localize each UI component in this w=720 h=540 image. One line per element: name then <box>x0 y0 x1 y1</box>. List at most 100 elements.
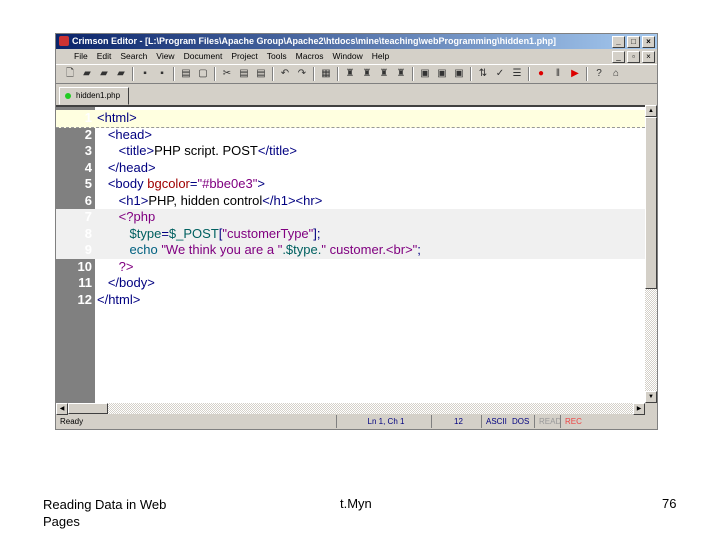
h-scroll-thumb[interactable] <box>68 403 108 414</box>
redo-icon[interactable]: ↷ <box>296 68 308 80</box>
file-status-icon <box>65 93 71 99</box>
tab-hidden1[interactable]: hidden1.php <box>59 87 130 105</box>
menu-file[interactable]: File <box>74 49 88 64</box>
status-bar: Ready Ln 1, Ch 1 12 ASCII DOS READ REC <box>56 415 657 429</box>
line-number: 2 <box>84 126 92 142</box>
code-text: $type=$_POST["customerType"]; <box>97 226 321 243</box>
scroll-down-arrow[interactable]: ▼ <box>645 391 657 403</box>
menu-tools[interactable]: Tools <box>267 49 287 64</box>
code-token: bgcolor <box>147 176 190 191</box>
code-line: 12 </html> <box>56 292 645 309</box>
scroll-thumb[interactable] <box>645 117 657 289</box>
goto-icon[interactable]: ♜ <box>395 68 407 80</box>
undo-icon[interactable]: ↶ <box>279 68 291 80</box>
help-icon[interactable]: ? <box>593 68 605 80</box>
menu-project[interactable]: Project <box>231 49 257 64</box>
toolbar-separator <box>528 67 530 81</box>
directory-icon[interactable]: ▣ <box>419 68 431 80</box>
line-number: 5 <box>84 176 92 191</box>
find-icon[interactable]: ♜ <box>344 68 356 80</box>
status-message: Ready <box>60 417 84 426</box>
menu-edit[interactable]: Edit <box>97 49 112 64</box>
code-token: echo <box>97 242 162 257</box>
window-icon[interactable]: ▦ <box>320 68 332 80</box>
save-icon[interactable]: ▪ <box>139 68 151 80</box>
code-token: <body <box>97 176 148 191</box>
output-icon[interactable]: ▣ <box>436 68 448 80</box>
menu-macros[interactable]: Macros <box>296 49 324 64</box>
line-number: 10 <box>77 258 92 274</box>
code-line: 5 <body bgcolor="#bbe0e3"> <box>56 176 645 193</box>
code-text: <title>PHP script. POST</title> <box>97 143 297 160</box>
toolbar: 🗋 ▰ ▰ ▰ ▪ ▪ ▤ ▢ ✂ ▤ ▤ ↶ ↷ ▦ ♜ ♜ ♜ ♜ ▣ ▣ ▣ ⇅ ✓ ☰ ● ‖ ▶? ⌂ <box>56 64 657 84</box>
pause-icon[interactable]: ‖ <box>552 68 564 80</box>
status-position: Ln 1, Ch 1 <box>336 415 431 428</box>
replace-icon[interactable]: ♜ <box>378 68 390 80</box>
menu-bar: File Edit Search View Document Project Tools Ma… <box>56 49 657 64</box>
scroll-right-arrow[interactable]: ▶ <box>633 403 645 415</box>
print-icon[interactable]: ▤ <box>180 68 192 80</box>
page-number: 76 <box>662 496 677 511</box>
toolbar-separator <box>337 67 339 81</box>
copy-icon[interactable]: ▤ <box>238 68 250 80</box>
status-format: DOS <box>512 417 530 426</box>
column-mode-icon[interactable]: ⇅ <box>477 68 489 80</box>
doc-minimize-button[interactable]: _ <box>612 51 625 63</box>
code-line: 2 <head> <box>56 127 645 144</box>
find-next-icon[interactable]: ♜ <box>361 68 373 80</box>
window-title: Crimson Editor - [L:\Program Files\Apach… <box>72 36 557 46</box>
code-token: </head> <box>97 159 156 175</box>
code-token: PHP script. POST <box>154 143 258 158</box>
line-number: 4 <box>84 159 92 175</box>
doc-restore-button[interactable]: ▫ <box>627 51 640 63</box>
code-token: <?php <box>97 209 156 224</box>
status-rec: REC <box>560 415 582 428</box>
menu-view[interactable]: View <box>156 49 174 64</box>
word-wrap-icon[interactable]: ▣ <box>453 68 465 80</box>
line-number: 12 <box>77 291 92 307</box>
menu-document[interactable]: Document <box>184 49 223 64</box>
vertical-scrollbar[interactable]: ▲ ▼ <box>645 105 657 403</box>
code-token: </h1><hr> <box>262 192 323 208</box>
footer-title: Reading Data in Web Pages <box>43 497 167 529</box>
code-editor[interactable]: 1 <html> 2 <head> 3 <title>PHP script. POST… <box>56 105 645 405</box>
save-all-icon[interactable]: ▪ <box>156 68 168 80</box>
horizontal-scrollbar[interactable]: ◀ ▶ <box>56 403 645 415</box>
code-token: </body> <box>97 275 155 290</box>
open-remote-icon[interactable]: ▰ <box>98 68 110 80</box>
code-text: <html> <box>97 110 137 127</box>
record-icon[interactable]: ● <box>535 68 547 80</box>
play-icon[interactable]: ▶ <box>569 68 581 80</box>
cut-icon[interactable]: ✂ <box>221 68 233 80</box>
print-preview-icon[interactable]: ▢ <box>197 68 209 80</box>
code-token: <h1> <box>97 192 149 208</box>
open-icon[interactable]: ▰ <box>81 68 93 80</box>
scroll-up-arrow[interactable]: ▲ <box>645 105 657 117</box>
code-token: " customer.<br>" <box>321 242 418 257</box>
line-numbers-icon[interactable]: ☰ <box>511 68 523 80</box>
code-token: </title> <box>257 143 297 158</box>
toolbar-separator <box>586 67 588 81</box>
doc-close-button[interactable]: × <box>642 51 655 63</box>
toolbar-separator <box>173 67 175 81</box>
paste-icon[interactable]: ▤ <box>255 68 267 80</box>
code-token: PHP, hidden control <box>148 192 263 208</box>
menu-search[interactable]: Search <box>120 49 147 64</box>
scroll-left-arrow[interactable]: ◀ <box>56 403 68 415</box>
code-text: echo "We think you are a ".$type." custo… <box>97 242 421 259</box>
toolbar-separator <box>470 67 472 81</box>
code-token: <title> <box>97 143 155 158</box>
line-number: 6 <box>84 192 92 208</box>
code-text: <head> <box>97 127 152 144</box>
code-line: 3 <title>PHP script. POST</title> <box>56 143 645 160</box>
menu-help[interactable]: Help <box>372 49 389 64</box>
close-button[interactable]: × <box>642 36 655 48</box>
open-project-icon[interactable]: ▰ <box>115 68 127 80</box>
minimize-button[interactable]: _ <box>612 36 625 48</box>
new-file-icon[interactable]: 🗋 <box>64 68 76 80</box>
code-token: > <box>257 176 265 191</box>
menu-window[interactable]: Window <box>333 49 363 64</box>
maximize-button[interactable]: □ <box>627 36 640 48</box>
home-icon[interactable]: ⌂ <box>610 68 622 80</box>
spell-icon[interactable]: ✓ <box>494 68 506 80</box>
